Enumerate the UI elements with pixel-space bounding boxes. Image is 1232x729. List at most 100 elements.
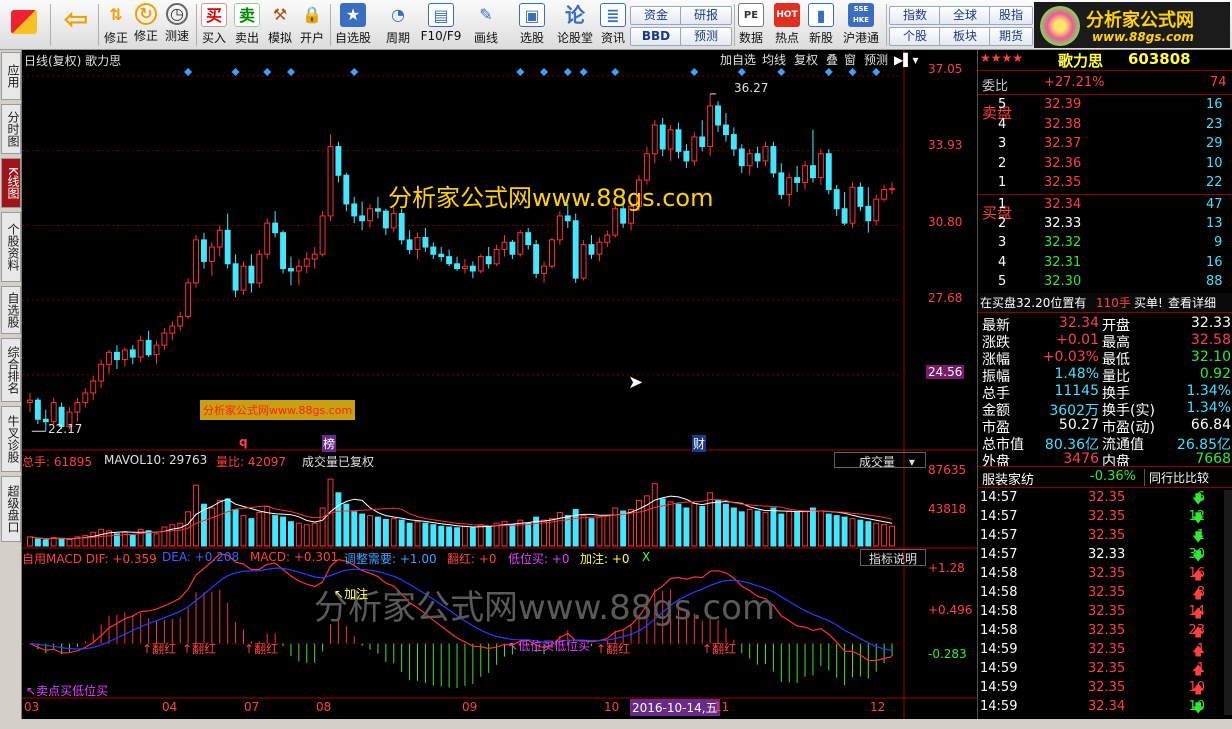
- buy-level-row[interactable]: 1 32.34 47: [978, 196, 1232, 215]
- fund-button[interactable]: 资金: [630, 6, 682, 25]
- sector-name[interactable]: 服装家纺: [982, 469, 1034, 488]
- event-marker-ranking[interactable]: 榜: [322, 435, 337, 452]
- signal-diamond-icon: [848, 68, 857, 76]
- level-number: 1: [998, 197, 1007, 212]
- buy-price: 32.32: [1044, 235, 1082, 251]
- candle-body: [817, 153, 824, 179]
- simulate-button[interactable]: ⚒ 模拟: [264, 2, 296, 48]
- candle-body: [208, 246, 215, 262]
- draw-line-button[interactable]: ✎ 画线: [466, 2, 506, 48]
- sell-level-row[interactable]: 3 32.37 29: [978, 135, 1232, 154]
- hot-button[interactable]: HOT 热点: [772, 2, 802, 48]
- event-marker[interactable]: q: [239, 435, 248, 449]
- watermark-large: 分析家公式网www.88gs.com: [314, 588, 776, 628]
- sell-level-row[interactable]: 5 32.39 16: [978, 96, 1232, 115]
- back-button[interactable]: ⇦: [58, 2, 94, 48]
- ipo-button[interactable]: ▮ 新股: [806, 2, 836, 48]
- sector-button[interactable]: 板块: [939, 27, 991, 46]
- index-button[interactable]: 指数: [889, 6, 941, 25]
- forum-button[interactable]: 论 论股堂: [555, 2, 595, 48]
- candle-body: [161, 332, 168, 346]
- event-marker-finance[interactable]: 财: [692, 435, 707, 452]
- data-button[interactable]: PE 数据: [736, 2, 766, 48]
- price-axis-label: 33.93: [928, 138, 963, 152]
- shhk-button[interactable]: SSE HKE 沪港通: [840, 2, 882, 48]
- large-order-note: 在买盘32.20位置有: [980, 296, 1087, 310]
- fix-button[interactable]: ⇅ 修正: [101, 2, 131, 48]
- panel-toggle-icon[interactable]: ▶▌▾: [894, 52, 918, 68]
- macd-dif: 自用MACD DIF: +0.359: [22, 552, 157, 566]
- scrollbar[interactable]: [1224, 490, 1232, 715]
- indicator-help-button[interactable]: 指标说明: [860, 549, 926, 566]
- buy-level-row[interactable]: 4 32.31 16: [978, 254, 1232, 273]
- overlay-button[interactable]: 叠: [826, 52, 838, 68]
- candle-body: [517, 232, 524, 255]
- research-button[interactable]: 研报: [680, 6, 732, 25]
- tab-intraday[interactable]: 分时图: [1, 104, 21, 154]
- bbd-button[interactable]: BBD: [630, 27, 682, 46]
- tab-watchlist[interactable]: 自选股: [1, 286, 21, 334]
- tab-super-handicap[interactable]: 超级盘口: [1, 476, 21, 542]
- candle-body: [541, 265, 547, 274]
- candle-body: [319, 215, 326, 255]
- indicator-selector[interactable]: 成交量 ▾: [834, 452, 926, 469]
- f10-button[interactable]: ▤ F10/F9: [420, 2, 462, 48]
- stock-screen-button[interactable]: ▣ 选股: [512, 2, 552, 48]
- futures-button[interactable]: 期货: [989, 27, 1033, 46]
- period-button[interactable]: ◔ 周期: [378, 2, 418, 48]
- volume-bar: [359, 513, 366, 547]
- tab-ranking[interactable]: 综合排名: [1, 338, 21, 402]
- candle-body: [74, 402, 81, 413]
- buy-button[interactable]: 买 买入: [198, 2, 230, 48]
- sell-level-row[interactable]: 4 32.38 23: [978, 116, 1232, 135]
- kline-chart[interactable]: 日线(复权) 歌力思 加自选 均线 复权 叠 窗 预测 ▶▌▾ 37.05 33…: [22, 50, 977, 719]
- ipo-label: 新股: [808, 31, 833, 45]
- speed-test-button[interactable]: ◷ 测速: [162, 2, 192, 48]
- tab-apps[interactable]: 应用: [1, 52, 21, 100]
- watchlist-button[interactable]: ★ 自选股: [333, 2, 373, 48]
- compare-button[interactable]: 同行比比较: [1144, 469, 1209, 486]
- stock-index-futures-button[interactable]: 股指: [989, 6, 1033, 25]
- buy-level-row[interactable]: 3 32.32 9: [978, 234, 1232, 253]
- buy-level-row[interactable]: 5 32.30 88: [978, 273, 1232, 292]
- volume-bar: [454, 527, 460, 547]
- tab-kline[interactable]: K线图: [1, 158, 21, 208]
- large-order-link[interactable]: 查看详细: [1168, 294, 1216, 311]
- ma-button[interactable]: 均线: [762, 52, 786, 68]
- tick-price: 32.35: [1088, 623, 1126, 638]
- buy-level-row[interactable]: 2 32.33 13: [978, 215, 1232, 234]
- forecast-button[interactable]: 预测: [680, 27, 732, 46]
- news-button[interactable]: ≣ 资讯: [598, 2, 628, 48]
- volume-bar: [691, 502, 698, 547]
- tab-stock-info[interactable]: 个股资料: [1, 212, 21, 282]
- candle-body: [106, 351, 112, 365]
- candle-body: [746, 153, 753, 167]
- single-stock-button[interactable]: 个股: [889, 27, 941, 46]
- buy-price: 32.34: [1044, 197, 1082, 212]
- sell-level-row[interactable]: 2 32.36 10: [978, 155, 1232, 174]
- tab-diagnosis[interactable]: 牛叉诊股: [1, 406, 21, 472]
- sector-row: 服装家纺 -0.36% 同行比比较: [978, 468, 1232, 488]
- candle-body: [390, 213, 397, 229]
- add-watchlist-button[interactable]: 加自选: [720, 52, 756, 68]
- refresh-button[interactable]: ↻ 修正: [131, 2, 161, 48]
- sell-level-row[interactable]: 1 32.35 22: [978, 174, 1232, 193]
- tick-row: 14:58 32.35 8 🡅: [978, 584, 1232, 603]
- large-order-row[interactable]: 在买盘32.20位置有 110手 买单! 查看详细: [978, 293, 1232, 312]
- volume-bar: [446, 526, 453, 547]
- tick-direction-icon: 🡇: [1192, 701, 1205, 715]
- app-grid-button[interactable]: [4, 2, 44, 48]
- volume-bar: [319, 507, 326, 547]
- candle-body: [525, 232, 532, 246]
- candle-body: [549, 239, 555, 267]
- adjust-button[interactable]: 复权: [794, 52, 818, 68]
- forecast-tab-button[interactable]: 预测: [864, 52, 888, 68]
- open-account-button[interactable]: 🔒 开户: [297, 2, 327, 48]
- sell-button[interactable]: 卖 卖出: [231, 2, 263, 48]
- global-button[interactable]: 全球: [939, 6, 991, 25]
- signal-diamond-icon: [611, 68, 620, 76]
- stat-row: 涨幅 +0.03% 最低 32.10: [978, 348, 1232, 368]
- window-button[interactable]: 窗: [844, 52, 856, 68]
- left-tab-bar: 应用 分时图 K线图 个股资料 自选股 综合排名 牛叉诊股 超级盘口: [0, 50, 22, 719]
- stat-value: 50.27: [1058, 417, 1099, 433]
